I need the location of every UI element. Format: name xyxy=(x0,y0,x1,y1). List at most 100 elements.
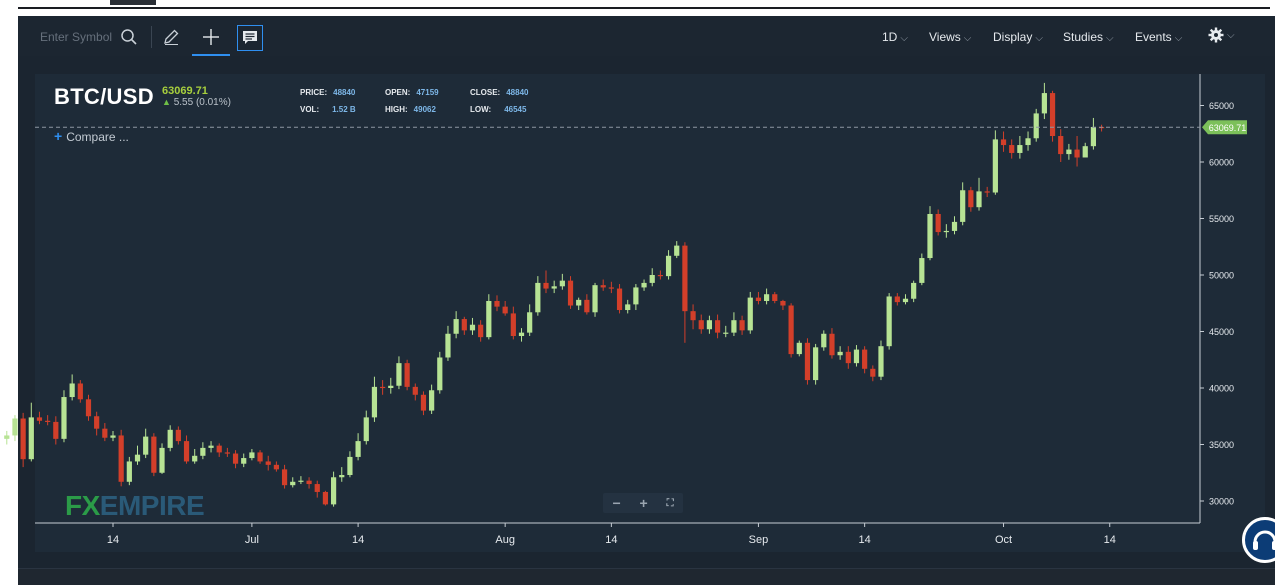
x-tick-label: Oct xyxy=(995,534,1012,546)
candle-body xyxy=(167,429,173,448)
candle-body xyxy=(118,435,124,482)
candle-body xyxy=(412,386,418,395)
zoom-in-button[interactable]: + xyxy=(640,495,648,511)
candle-body xyxy=(151,436,157,473)
stat-high: HIGH: 49062 xyxy=(385,105,436,114)
help-chat-button[interactable] xyxy=(1242,517,1275,563)
candle xyxy=(804,338,811,385)
candle-body xyxy=(698,320,704,330)
candle xyxy=(20,412,26,468)
candle-body xyxy=(862,349,868,369)
x-tick-label: 14 xyxy=(859,534,871,546)
candle xyxy=(608,281,614,294)
candle xyxy=(951,216,958,235)
candle-body xyxy=(216,445,222,453)
candle-body xyxy=(12,418,18,436)
candle xyxy=(649,268,655,287)
candle-body xyxy=(380,386,386,389)
candle xyxy=(576,297,582,311)
candle-body xyxy=(1000,139,1007,146)
y-tick-label: 50000 xyxy=(1209,271,1234,281)
arrow-up-icon: ▲ xyxy=(162,97,171,107)
candle-body xyxy=(1066,149,1072,155)
candle xyxy=(159,443,165,474)
candle-body xyxy=(224,452,230,454)
candle xyxy=(567,276,574,309)
candle-body xyxy=(249,452,255,459)
candle-body xyxy=(1082,146,1088,158)
candle-body xyxy=(208,445,214,448)
compare-label: Compare ... xyxy=(66,130,129,144)
candle xyxy=(796,340,802,357)
compare-button[interactable]: + Compare ... xyxy=(54,128,129,144)
candle-body xyxy=(968,190,974,208)
candle-body xyxy=(1041,93,1047,114)
candle xyxy=(731,312,737,337)
candle-body xyxy=(126,461,132,482)
candle xyxy=(28,402,34,462)
candle-body xyxy=(1009,145,1015,153)
candle xyxy=(347,451,353,478)
candle xyxy=(1009,139,1015,159)
candle xyxy=(290,477,296,488)
candle xyxy=(94,411,100,436)
candle xyxy=(845,346,851,369)
candle-body xyxy=(992,139,998,193)
candle xyxy=(633,284,639,311)
candle xyxy=(167,425,173,452)
candle xyxy=(886,293,892,350)
candle-body xyxy=(273,464,279,470)
candle-body xyxy=(45,420,51,422)
candle xyxy=(151,433,157,477)
candle xyxy=(625,299,631,314)
candle xyxy=(723,325,729,338)
candle-body xyxy=(20,418,26,460)
candle-body xyxy=(36,417,43,421)
candle xyxy=(665,250,672,280)
fit-screen-button[interactable]: ⛶ xyxy=(667,498,674,509)
candle xyxy=(616,284,623,314)
candle xyxy=(992,130,998,195)
candle xyxy=(1058,129,1064,162)
candle xyxy=(543,270,549,294)
candle xyxy=(813,343,819,385)
candle xyxy=(780,299,786,311)
candle xyxy=(306,477,312,489)
candle-body xyxy=(755,297,762,301)
candle xyxy=(551,280,557,294)
candle xyxy=(314,480,320,498)
candle xyxy=(714,314,721,339)
candle xyxy=(657,270,663,280)
candle xyxy=(388,377,394,394)
y-tick-label: 45000 xyxy=(1209,327,1234,337)
candle-body xyxy=(894,296,900,303)
candle xyxy=(837,346,843,360)
candle xyxy=(183,435,190,464)
candle xyxy=(363,410,369,445)
candle-body xyxy=(853,349,860,364)
candle xyxy=(984,186,990,198)
candle xyxy=(788,303,794,358)
candle-body xyxy=(429,390,435,411)
x-tick-label: Sep xyxy=(749,534,769,546)
candle-body xyxy=(1074,149,1080,158)
candle-body xyxy=(796,342,802,355)
candle xyxy=(674,241,680,259)
zoom-out-button[interactable]: − xyxy=(612,495,620,511)
candle-body xyxy=(592,285,598,313)
candle-body xyxy=(657,275,663,277)
candle xyxy=(118,429,124,487)
candle xyxy=(355,433,361,461)
candle-body xyxy=(674,245,680,256)
candle-body xyxy=(396,363,402,386)
candle xyxy=(698,314,704,334)
candle-body xyxy=(943,230,949,233)
candle xyxy=(559,273,565,290)
current-price-label: 63069.71 xyxy=(1209,123,1247,133)
candle xyxy=(102,423,108,442)
candle xyxy=(45,415,51,426)
candle xyxy=(1066,143,1072,160)
candle xyxy=(478,320,484,342)
candle xyxy=(298,476,304,485)
candle-body xyxy=(1033,113,1039,139)
